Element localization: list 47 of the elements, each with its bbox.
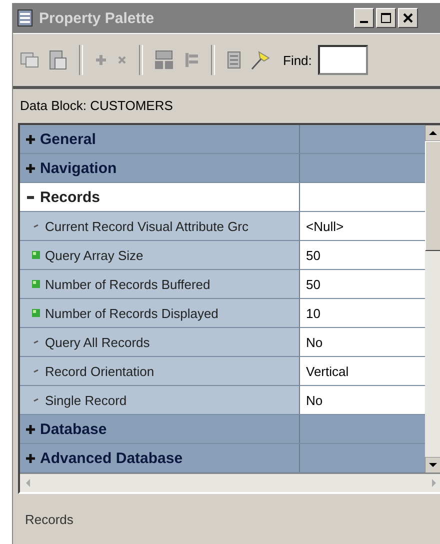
window-title: Property Palette: [39, 10, 156, 26]
property-name: Current Record Visual Attribute Grc: [45, 218, 249, 234]
property-value[interactable]: 50: [300, 241, 425, 269]
section-title: Records: [40, 188, 100, 206]
property-name: Query Array Size: [45, 248, 144, 262]
find-field[interactable]: [318, 45, 368, 75]
section-title: Advanced Database: [40, 450, 183, 466]
close-icon: [403, 13, 413, 23]
context-label: Data Block: CUSTOMERS: [19, 97, 174, 115]
property-name: Query All Records: [45, 334, 150, 350]
section-row[interactable]: Navigation: [20, 154, 425, 183]
maximize-button[interactable]: [376, 8, 396, 28]
section-row[interactable]: Database: [20, 415, 425, 444]
section-row[interactable]: Records: [20, 183, 425, 212]
section-title: Navigation: [40, 160, 117, 176]
property-name: Number of Records Buffered: [45, 276, 210, 292]
document-icon[interactable]: [225, 50, 243, 70]
section-title: Database: [40, 420, 107, 438]
find-label: Find:: [283, 52, 312, 68]
minimize-icon: [360, 20, 368, 22]
plus-icon[interactable]: [26, 164, 35, 172]
plus-icon[interactable]: [26, 454, 35, 462]
copy-icon[interactable]: [19, 50, 41, 70]
minimize-button[interactable]: [354, 8, 374, 28]
paste-icon[interactable]: [47, 49, 69, 71]
property-value[interactable]: No: [300, 328, 425, 356]
section-row[interactable]: General: [20, 125, 425, 154]
property-value[interactable]: 10: [300, 299, 425, 327]
plus-icon[interactable]: [26, 424, 35, 434]
section-title: General: [40, 130, 96, 148]
property-name: Single Record: [45, 392, 127, 408]
property-name: Number of Records Displayed: [45, 306, 218, 320]
scroll-down-arrow-icon[interactable]: [425, 457, 440, 473]
vertical-scrollbar[interactable]: [425, 125, 440, 473]
app-icon: [17, 9, 33, 27]
property-name: Record Orientation: [45, 364, 154, 378]
property-value[interactable]: No: [300, 386, 425, 414]
property-value[interactable]: 50: [300, 270, 425, 298]
status-text: Records: [25, 512, 74, 526]
close-button[interactable]: [398, 8, 418, 28]
property-value[interactable]: Vertical: [300, 357, 425, 385]
scroll-up-arrow-icon[interactable]: [425, 125, 440, 141]
maximize-icon: [381, 13, 391, 23]
grid-icon[interactable]: [153, 49, 175, 71]
section-row[interactable]: Advanced Database: [20, 444, 425, 473]
plus-icon[interactable]: [26, 134, 35, 144]
property-value[interactable]: <Null>: [300, 212, 425, 240]
